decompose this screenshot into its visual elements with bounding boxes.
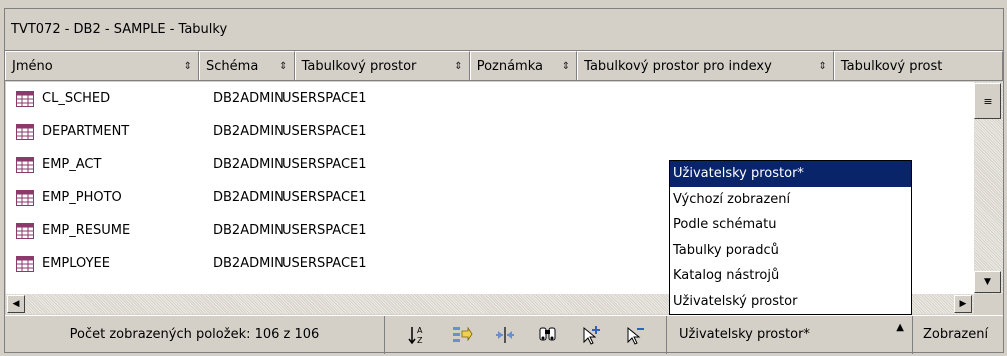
column-label-schema: Schéma — [206, 59, 259, 74]
sort-icon: AZ — [408, 326, 423, 345]
table-row[interactable]: DEPARTMENT DB2ADMIN USERSPACE1 — [6, 115, 974, 148]
sort-toggle-icon: ⇕ — [183, 61, 193, 72]
sort-toggle-icon: ⇕ — [561, 61, 571, 72]
row-schema: DB2ADMIN — [213, 223, 284, 238]
row-name: EMPLOYEE — [42, 256, 110, 271]
view-selector-value: Uživatelsky prostor* — [679, 327, 810, 342]
menu-item-advisor-tables[interactable]: Tabulky poradců — [670, 238, 911, 264]
menu-item-tools-catalog[interactable]: Katalog nástrojů — [670, 263, 911, 289]
customize-columns-icon — [495, 326, 514, 343]
table-icon — [16, 90, 34, 107]
row-name: EMP_RESUME — [42, 223, 131, 238]
table-icon — [16, 156, 34, 173]
table-icon — [16, 255, 34, 272]
deselect-all-button[interactable] — [623, 323, 647, 347]
table-icon — [16, 222, 34, 239]
column-header-schema[interactable]: Schéma ⇕ — [199, 51, 295, 80]
table-icon — [16, 123, 34, 140]
row-tablespace: USERSPACE1 — [282, 256, 367, 271]
caret-up-icon: ▲ — [896, 321, 904, 333]
row-name: EMP_ACT — [42, 157, 102, 172]
item-count: Počet zobrazených položek: 106 z 106 — [5, 315, 385, 354]
sort-toggle-icon: ⇕ — [818, 61, 827, 72]
row-name-cell: EMP_ACT — [16, 148, 101, 181]
row-schema: DB2ADMIN — [213, 91, 284, 106]
row-name: DEPARTMENT — [42, 124, 130, 139]
row-name: EMP_PHOTO — [42, 190, 122, 205]
column-header-remark[interactable]: Poznámka ⇕ — [469, 51, 578, 80]
column-label-index-tablespace: Tabulkový prostor pro indexy — [584, 59, 772, 74]
row-name-cell: EMP_RESUME — [16, 214, 130, 247]
column-header-tablespace[interactable]: Tabulkový prostor ⇕ — [294, 51, 470, 80]
sort-toggle-icon: ⇕ — [279, 61, 288, 72]
column-label-remark: Poznámka — [476, 59, 543, 74]
row-tablespace: USERSPACE1 — [282, 223, 367, 238]
scroll-right-button[interactable]: ▶ — [954, 295, 972, 313]
row-schema: DB2ADMIN — [213, 256, 284, 271]
filter-icon — [452, 326, 473, 342]
vertical-scrollbar[interactable]: ≡ ▼ — [974, 82, 1003, 294]
view-selector[interactable]: Uživatelsky prostor* ▲ — [669, 315, 913, 354]
select-all-icon — [583, 325, 601, 345]
menu-item-user-space[interactable]: Uživatelský prostor — [670, 289, 911, 315]
row-name-cell: DEPARTMENT — [16, 115, 129, 148]
status-bar: Počet zobrazených položek: 106 z 106 AZ … — [5, 315, 1003, 354]
svg-text:A: A — [417, 326, 423, 335]
row-name-cell: EMPLOYEE — [16, 247, 110, 280]
column-header-name[interactable]: Jméno ⇕ — [5, 51, 200, 80]
row-tablespace: USERSPACE1 — [282, 91, 367, 106]
menu-item-default-view[interactable]: Výchozí zobrazení — [670, 187, 911, 213]
row-schema: DB2ADMIN — [213, 124, 284, 139]
sort-toggle-icon: ⇕ — [454, 61, 463, 72]
filter-button[interactable] — [450, 323, 474, 347]
table-icon — [16, 189, 34, 206]
view-label[interactable]: Zobrazení — [915, 316, 1003, 354]
svg-text:Z: Z — [417, 336, 423, 345]
scroll-down-button[interactable]: ▼ — [974, 271, 1001, 293]
column-header-long-tablespace[interactable]: Tabulkový prost — [833, 51, 1003, 80]
column-label-tablespace: Tabulkový prostor — [301, 59, 417, 74]
arrow-left-icon: ◀ — [12, 299, 20, 309]
window-title-text: TVT072 - DB2 - SAMPLE - Tabulky — [11, 22, 228, 37]
select-all-button[interactable] — [579, 323, 603, 347]
row-tablespace: USERSPACE1 — [282, 124, 367, 139]
deselect-all-icon — [627, 326, 644, 345]
scroll-left-button[interactable]: ◀ — [7, 295, 25, 313]
row-tablespace: USERSPACE1 — [282, 190, 367, 205]
find-button[interactable] — [536, 323, 560, 347]
column-header-index-tablespace[interactable]: Tabulkový prostor pro indexy ⇕ — [577, 51, 834, 80]
row-name-cell: CL_SCHED — [16, 82, 110, 115]
row-name: CL_SCHED — [42, 91, 111, 106]
arrow-right-icon: ▶ — [959, 299, 967, 309]
menu-item-custom-view[interactable]: Uživatelsky prostor* — [670, 161, 911, 187]
scroll-thumb[interactable]: ≡ — [974, 83, 1001, 119]
toolbar: AZ — [387, 315, 667, 354]
menu-item-by-schema[interactable]: Podle schématu — [670, 212, 911, 238]
customize-columns-button[interactable] — [493, 323, 517, 347]
view-dropdown-menu: Uživatelsky prostor* Výchozí zobrazení P… — [669, 160, 912, 315]
row-name-cell: EMP_PHOTO — [16, 181, 122, 214]
row-tablespace: USERSPACE1 — [282, 157, 367, 172]
row-schema: DB2ADMIN — [213, 190, 284, 205]
column-header: Jméno ⇕ Schéma ⇕ Tabulkový prostor ⇕ Poz… — [5, 51, 1003, 81]
arrow-down-icon: ▼ — [984, 277, 991, 287]
find-icon — [539, 327, 556, 340]
window-title: TVT072 - DB2 - SAMPLE - Tabulky — [5, 9, 1003, 51]
table-row[interactable]: CL_SCHED DB2ADMIN USERSPACE1 — [6, 82, 974, 115]
row-schema: DB2ADMIN — [213, 157, 284, 172]
column-label-name: Jméno — [12, 59, 53, 74]
grip-icon: ≡ — [983, 94, 992, 108]
sort-button[interactable]: AZ — [406, 323, 430, 347]
column-label-long-tablespace: Tabulkový prost — [840, 59, 943, 74]
